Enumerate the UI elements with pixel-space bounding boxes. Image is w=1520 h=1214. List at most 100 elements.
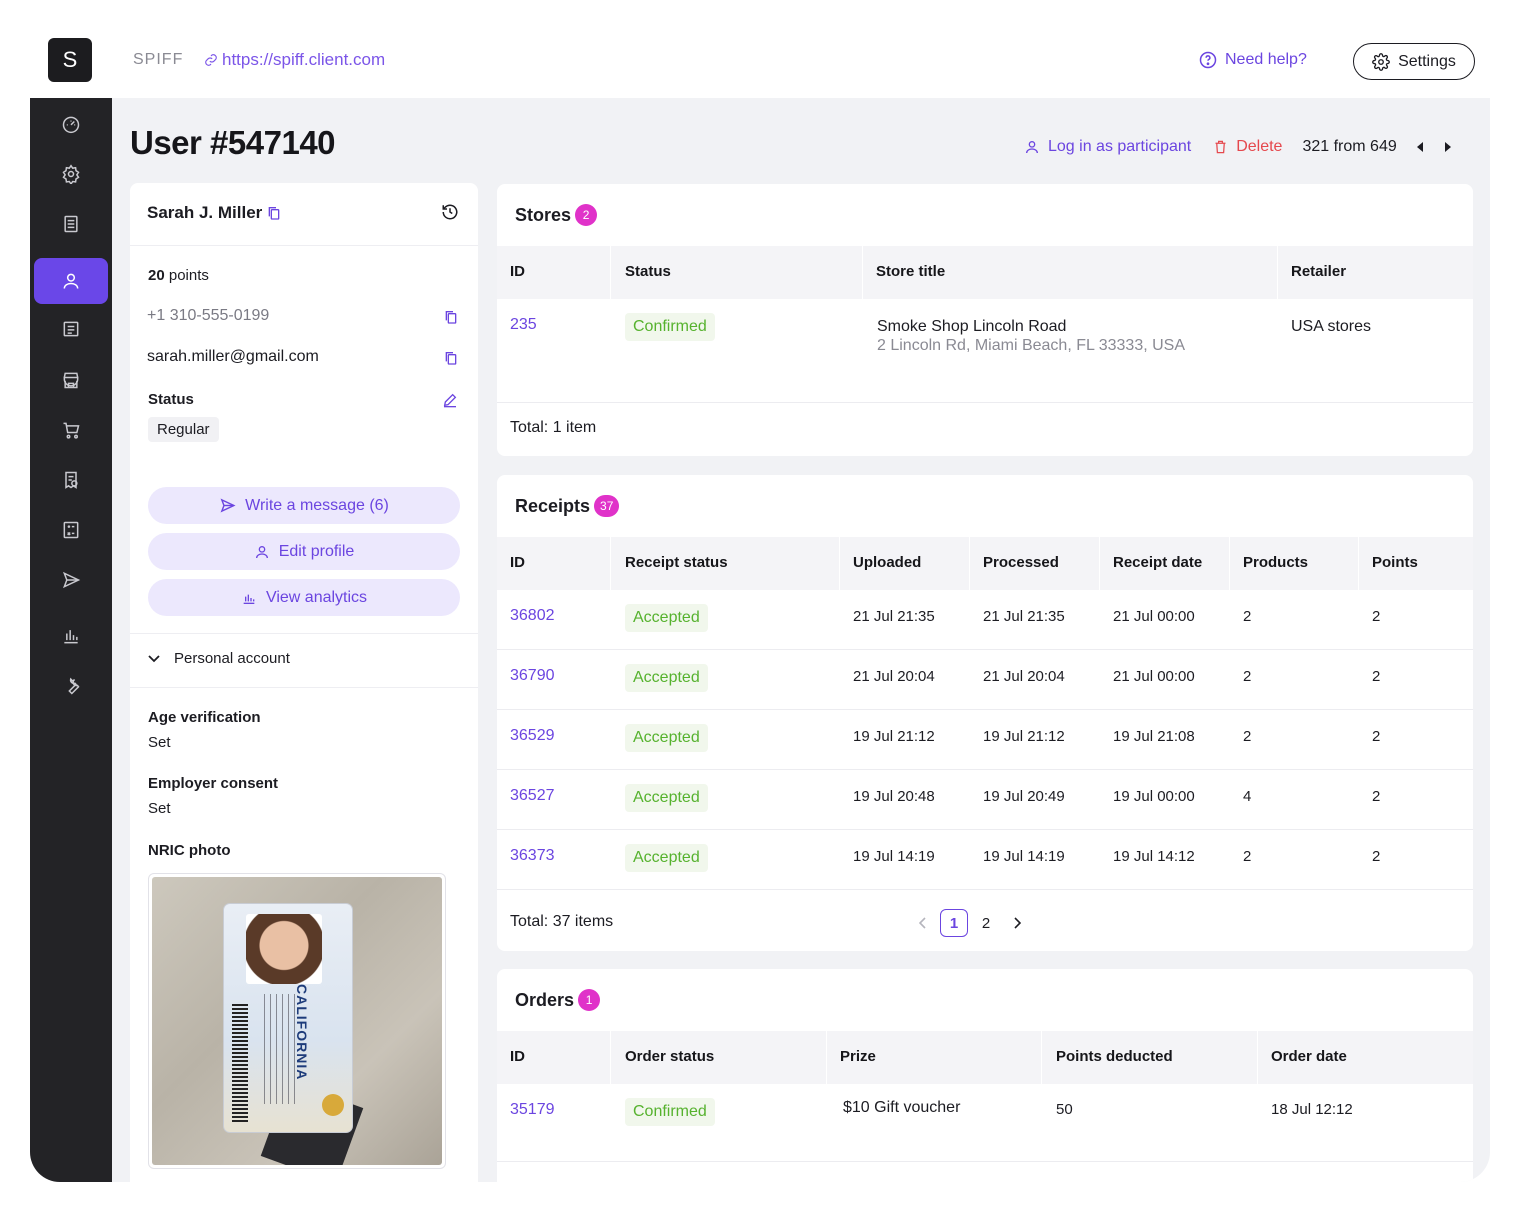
document-list-icon: [64, 215, 78, 233]
log-in-as-participant-link[interactable]: Log in as participant: [1024, 138, 1191, 156]
gear-icon: [62, 164, 80, 184]
column-header[interactable]: Points deducted: [1056, 1048, 1173, 1065]
status-badge: Accepted: [625, 724, 708, 752]
column-header[interactable]: Store title: [876, 263, 945, 280]
column-divider: [839, 537, 840, 590]
column-header[interactable]: ID: [510, 554, 525, 571]
app-logo[interactable]: S: [48, 38, 92, 82]
sidebar-item-lists[interactable]: [34, 306, 108, 352]
points-cell: 2: [1372, 608, 1381, 625]
nric-photo[interactable]: CALIFORNIA: [148, 873, 446, 1169]
sidebar-item-calculations[interactable]: [34, 507, 108, 553]
column-header[interactable]: Order date: [1271, 1048, 1347, 1065]
orders-title-text: Orders: [515, 989, 575, 1010]
sidebar-item-orders[interactable]: [34, 407, 108, 453]
app-frame: User #547140 Log in as participant Delet…: [30, 98, 1490, 1182]
column-header[interactable]: Order status: [625, 1048, 714, 1065]
column-header[interactable]: Retailer: [1291, 263, 1346, 280]
receipt-id-link[interactable]: 36373: [510, 847, 555, 865]
personal-account-toggle[interactable]: Personal account: [148, 650, 290, 667]
sidebar-item-receipts[interactable]: [34, 457, 108, 503]
status-badge: Accepted: [625, 784, 708, 812]
stores-panel: Stores 2 ID Status Store title Retailer …: [497, 184, 1473, 456]
receipt-id-link[interactable]: 36790: [510, 667, 555, 685]
sidebar-item-documents[interactable]: [34, 201, 108, 247]
copy-icon[interactable]: [266, 204, 282, 222]
sidebar-item-analytics[interactable]: [34, 613, 108, 659]
products-cell: 4: [1243, 788, 1252, 805]
chevron-right-icon: [1014, 917, 1021, 929]
sidebar-item-stores[interactable]: [34, 357, 108, 403]
id-card-title: CALIFORNIA: [294, 984, 310, 1081]
status-badge: Accepted: [625, 604, 708, 632]
table-row[interactable]: 36527 Accepted 19 Jul 20:48 19 Jul 20:49…: [497, 770, 1473, 830]
column-header[interactable]: Receipt date: [1113, 554, 1202, 571]
sidebar-item-users[interactable]: [34, 258, 108, 304]
sidebar-item-tools[interactable]: [34, 663, 108, 709]
column-header[interactable]: ID: [510, 1048, 525, 1065]
store-id-link[interactable]: 235: [510, 316, 537, 334]
write-message-button[interactable]: Write a message (6): [148, 487, 460, 524]
points-summary: 20 points: [148, 267, 209, 284]
column-header[interactable]: Prize: [840, 1048, 876, 1065]
column-header[interactable]: Receipt status: [625, 554, 728, 571]
list-icon: [63, 321, 79, 337]
previous-page-button[interactable]: [909, 909, 937, 937]
column-header[interactable]: ID: [510, 263, 525, 280]
table-row[interactable]: 36529 Accepted 19 Jul 21:12 19 Jul 21:12…: [497, 710, 1473, 770]
table-row[interactable]: 235 Confirmed Smoke Shop Lincoln Road 2 …: [497, 299, 1473, 403]
store-icon: [63, 372, 79, 389]
copy-phone-button[interactable]: [443, 308, 459, 331]
store-address: 2 Lincoln Rd, Miami Beach, FL 33333, USA: [877, 337, 1186, 354]
sidebar-item-settings[interactable]: [34, 151, 108, 197]
page-1-button[interactable]: 1: [940, 909, 968, 937]
column-header[interactable]: Uploaded: [853, 554, 921, 571]
user-icon: [1026, 141, 1038, 154]
column-header[interactable]: Products: [1243, 554, 1308, 571]
copy-icon: [445, 352, 457, 365]
delete-user-link[interactable]: Delete: [1213, 138, 1282, 156]
processed-cell: 21 Jul 21:35: [983, 608, 1065, 625]
column-divider: [610, 1031, 611, 1084]
calculator-icon: [63, 521, 79, 539]
divider: [130, 633, 478, 634]
next-page-button[interactable]: [1003, 909, 1031, 937]
points-cell: 2: [1372, 728, 1381, 745]
page-2-button[interactable]: 2: [972, 909, 1000, 937]
stores-title: Stores 2: [515, 204, 598, 226]
nric-photo-background: CALIFORNIA: [152, 877, 442, 1165]
brand-name: SPIFF: [133, 51, 184, 68]
edit-status-button[interactable]: [442, 392, 458, 413]
sidebar-item-messages[interactable]: [34, 557, 108, 603]
previous-user-button[interactable]: [1415, 141, 1425, 153]
client-url-link[interactable]: https://spiff.client.com: [204, 50, 385, 70]
view-analytics-button[interactable]: View analytics: [148, 579, 460, 616]
column-header[interactable]: Processed: [983, 554, 1059, 571]
receipts-panel: Receipts 37 ID Receipt status Uploaded P…: [497, 475, 1473, 951]
column-header[interactable]: Status: [625, 263, 671, 280]
edit-profile-button[interactable]: Edit profile: [148, 533, 460, 570]
receipt-id-link[interactable]: 36527: [510, 787, 555, 805]
sidebar-item-dashboard[interactable]: [34, 101, 108, 147]
next-user-button[interactable]: [1443, 141, 1453, 153]
table-row[interactable]: 36802 Accepted 21 Jul 21:35 21 Jul 21:35…: [497, 590, 1473, 650]
order-id-link[interactable]: 35179: [510, 1101, 555, 1119]
table-row[interactable]: 36790 Accepted 21 Jul 20:04 21 Jul 20:04…: [497, 650, 1473, 710]
column-header[interactable]: Points: [1372, 554, 1418, 571]
table-row[interactable]: 35179 Confirmed $10 Gift voucher 50 18 J…: [497, 1084, 1473, 1162]
copy-email-button[interactable]: [443, 349, 459, 372]
uploaded-cell: 21 Jul 20:04: [853, 668, 935, 685]
caret-left-icon: [1416, 142, 1423, 152]
settings-button[interactable]: Settings: [1353, 43, 1475, 80]
need-help-link[interactable]: Need help?: [1199, 51, 1307, 69]
table-row[interactable]: 36373 Accepted 19 Jul 14:19 19 Jul 14:19…: [497, 830, 1473, 890]
status-badge: Regular: [148, 417, 219, 442]
column-divider: [1277, 246, 1278, 299]
receipt-id-link[interactable]: 36529: [510, 727, 555, 745]
products-cell: 2: [1243, 728, 1252, 745]
status-label: Status: [148, 391, 194, 408]
receipt-id-link[interactable]: 36802: [510, 607, 555, 625]
receipt-date-cell: 19 Jul 14:12: [1113, 848, 1195, 865]
column-divider: [610, 246, 611, 299]
history-button[interactable]: [441, 203, 459, 226]
